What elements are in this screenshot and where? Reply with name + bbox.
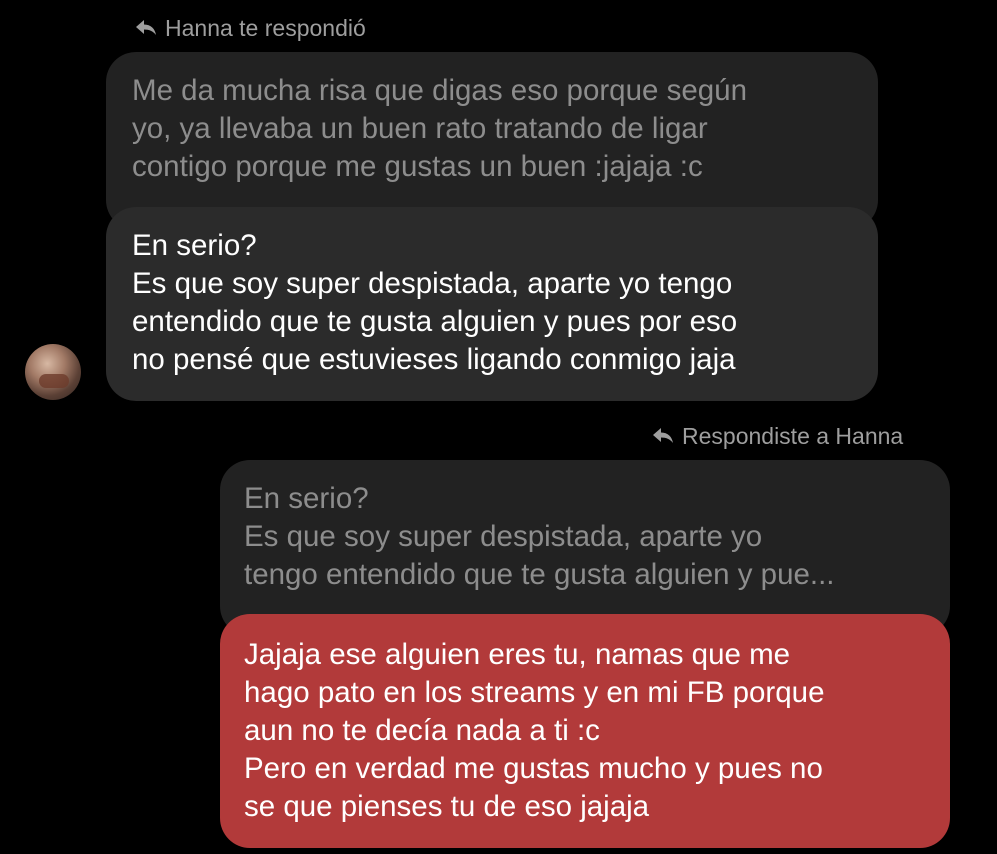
- reply-arrow-icon: [652, 422, 674, 450]
- outgoing-message[interactable]: Jajaja ese alguien eres tu, namas que me…: [220, 614, 950, 848]
- reply-arrow-icon: [135, 14, 157, 42]
- reply-header-text: Hanna te respondió: [165, 15, 366, 41]
- quoted-message[interactable]: Me da mucha risa que digas eso porque se…: [106, 52, 878, 230]
- reply-header-incoming: Hanna te respondió: [135, 14, 366, 42]
- reply-header-text: Respondiste a Hanna: [682, 423, 904, 449]
- reply-header-outgoing: Respondiste a Hanna: [652, 422, 903, 450]
- quoted-message[interactable]: En serio? Es que soy super despistada, a…: [220, 460, 950, 636]
- incoming-message[interactable]: En serio? Es que soy super despistada, a…: [106, 207, 878, 401]
- contact-avatar[interactable]: [25, 344, 81, 400]
